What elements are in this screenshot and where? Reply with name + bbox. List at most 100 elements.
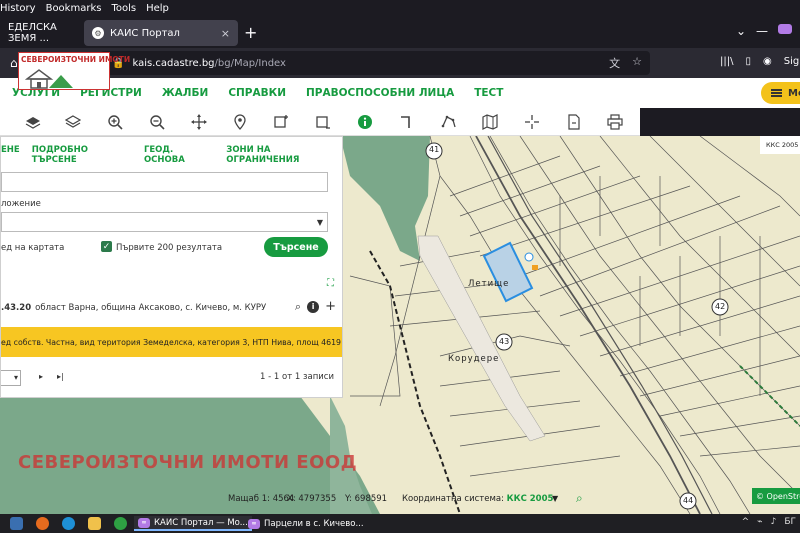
next-page-icon[interactable]: ▸: [39, 372, 43, 381]
translate-icon[interactable]: 文: [609, 55, 620, 71]
search-result-row[interactable]: .43.20 област Варна, община Аксаково, с.…: [1, 297, 342, 319]
page-size-select[interactable]: [1, 370, 21, 386]
tab-geod-basis[interactable]: ГЕОД. ОСНОВА: [144, 145, 214, 165]
cs-value[interactable]: ККС 2005: [507, 494, 554, 504]
parcel-marker-icon: [532, 265, 538, 270]
tray-chevron-icon[interactable]: ^: [742, 517, 750, 527]
home-icon[interactable]: ⌂: [10, 56, 18, 70]
tab-restriction-zones[interactable]: ЗОНИ НА ОГРАНИЧЕНИЯ: [226, 145, 342, 165]
menu-bookmarks[interactable]: Bookmarks: [46, 3, 102, 14]
house-logo-icon: [25, 69, 73, 89]
cs-dropdown-icon[interactable]: ▼: [552, 494, 558, 503]
volume-icon[interactable]: ♪: [771, 517, 777, 527]
edge-icon[interactable]: [62, 517, 75, 530]
print-icon[interactable]: [604, 111, 626, 133]
pager: ▸ ▸| 1 - 1 от 1 записи: [1, 370, 342, 388]
tab-detailed-search[interactable]: ПОДРОБНО ТЪРСЕНЕ: [32, 145, 132, 165]
location-select[interactable]: ▼: [1, 212, 328, 232]
minimize-icon[interactable]: —: [756, 24, 768, 38]
start-icon[interactable]: [10, 517, 23, 530]
language-indicator[interactable]: БГ: [784, 517, 796, 527]
document-icon[interactable]: [563, 111, 585, 133]
sidebar-icon[interactable]: ▯: [745, 56, 751, 67]
remove-area-icon[interactable]: [312, 111, 334, 133]
kais-favicon-icon: ⚙: [92, 27, 104, 39]
kks-label: ККС 2005: [766, 141, 799, 149]
search-button[interactable]: Търсене: [264, 237, 328, 257]
close-tab-icon[interactable]: ×: [221, 27, 230, 40]
measure-area-icon[interactable]: [438, 111, 460, 133]
company-logo: СЕВЕРОИЗТОЧНИ ИМОТИ: [18, 52, 130, 90]
crosshair-icon[interactable]: [521, 111, 543, 133]
zoom-in-icon[interactable]: [104, 111, 126, 133]
first200-checkbox[interactable]: ✓: [101, 241, 112, 252]
add-result-icon[interactable]: +: [325, 299, 336, 314]
selected-parcel[interactable]: [482, 241, 534, 303]
chrome-icon[interactable]: [114, 517, 127, 530]
tab-bar: ЕДЕЛСКА ЗЕМЯ ... ⚙ КАИС Портал × + ⌄ —: [0, 16, 800, 48]
menu-help[interactable]: Help: [146, 3, 169, 14]
window-icon: ∞: [248, 518, 260, 529]
site-header: УСЛУГИ РЕГИСТРИ ЖАЛБИ СПРАВКИ ПРАВОСПОСО…: [0, 78, 800, 108]
new-tab-button[interactable]: +: [244, 23, 257, 42]
menu-pravosposobni[interactable]: ПРАВОСПОСОБНИ ЛИЦА: [306, 87, 454, 99]
watermark: СЕВЕРОИЗТОЧНИ ИМОТИ ЕООД: [18, 452, 358, 473]
map-toolbar: [0, 108, 640, 136]
menu-test[interactable]: ТЕСТ: [474, 87, 503, 99]
menu-zhalbi[interactable]: ЖАЛБИ: [162, 87, 209, 99]
tab-kais-portal[interactable]: ⚙ КАИС Портал ×: [84, 20, 238, 46]
menu-button-label: Ме: [788, 87, 800, 99]
location-pin-icon[interactable]: [229, 111, 251, 133]
road-number-43: 43: [499, 337, 510, 346]
panel-tabs: ЕНЕ ПОДРОБНО ТЪРСЕНЕ ГЕОД. ОСНОВА ЗОНИ Н…: [1, 145, 342, 165]
hamburger-icon: [771, 89, 782, 97]
account-label[interactable]: Sig: [784, 56, 799, 67]
address-bar[interactable]: 🔒 kais.cadastre.bg /bg/Map/Index 文 ☆: [100, 51, 650, 75]
y-value: 698591: [354, 494, 388, 504]
map-view-icon[interactable]: [479, 111, 501, 133]
firefox-icon[interactable]: [36, 517, 49, 530]
firefox-view-icon[interactable]: [778, 24, 792, 34]
visible-area-label[interactable]: ед на картата: [1, 243, 64, 253]
bookmark-star-icon[interactable]: ☆: [632, 55, 642, 71]
base-layers-icon[interactable]: [22, 111, 44, 133]
search-input[interactable]: [1, 172, 328, 192]
system-tray: ^ ⌁ ♪ БГ: [742, 517, 796, 527]
taskbar-item-parceli[interactable]: ∞ Парцели в с. Кичево...: [244, 516, 368, 531]
menu-tools[interactable]: Tools: [111, 3, 136, 14]
measure-distance-icon[interactable]: [396, 111, 418, 133]
search-panel: ЕНЕ ПОДРОБНО ТЪРСЕНЕ ГЕОД. ОСНОВА ЗОНИ Н…: [0, 136, 343, 398]
result-info-icon[interactable]: i: [307, 300, 320, 313]
tab-list-chevron-icon[interactable]: ⌄: [736, 24, 746, 38]
zoom-out-icon[interactable]: [146, 111, 168, 133]
taskbar-item-label: Парцели в с. Кичево...: [264, 518, 364, 529]
network-icon[interactable]: ⌁: [757, 517, 762, 527]
cs-search-icon[interactable]: ⌕: [576, 491, 583, 506]
layers-icon[interactable]: [62, 111, 84, 133]
menu-spravki[interactable]: СПРАВКИ: [228, 87, 286, 99]
hamburger-menu-button[interactable]: Ме: [761, 82, 800, 104]
window-icon: ∞: [138, 517, 150, 528]
account-icon[interactable]: ◉: [763, 56, 772, 67]
zoom-to-result-icon[interactable]: ⌕: [295, 300, 301, 314]
taskbar-item-kais[interactable]: ∞ КАИС Портал — Mo...: [134, 516, 252, 531]
expand-icon[interactable]: ⛶: [327, 279, 337, 289]
file-explorer-icon[interactable]: [88, 517, 101, 530]
last-page-icon[interactable]: ▸|: [57, 372, 64, 381]
x-value: 4797355: [298, 494, 337, 504]
tab-search[interactable]: ЕНЕ: [1, 145, 20, 161]
osm-attribution[interactable]: © OpenStree: [752, 488, 800, 504]
menu-history[interactable]: History: [0, 3, 36, 14]
road-number-42: 42: [715, 302, 726, 311]
location-label: ложение: [1, 199, 41, 209]
url-host: kais.cadastre.bg: [132, 57, 215, 69]
draw-area-icon[interactable]: [270, 111, 292, 133]
tab-label: КАИС Портал: [110, 27, 180, 39]
tab-zemya[interactable]: ЕДЕЛСКА ЗЕМЯ ...: [0, 20, 80, 46]
x-label: X:: [287, 494, 296, 504]
pan-icon[interactable]: [188, 111, 210, 133]
info-icon[interactable]: [354, 111, 376, 133]
result-id: .43.20: [1, 303, 32, 313]
map-status-bar: Мащаб 1: 4564 X: 4797355 Y: 698591 Коорд…: [0, 490, 800, 508]
library-icon[interactable]: |||\: [720, 56, 733, 67]
